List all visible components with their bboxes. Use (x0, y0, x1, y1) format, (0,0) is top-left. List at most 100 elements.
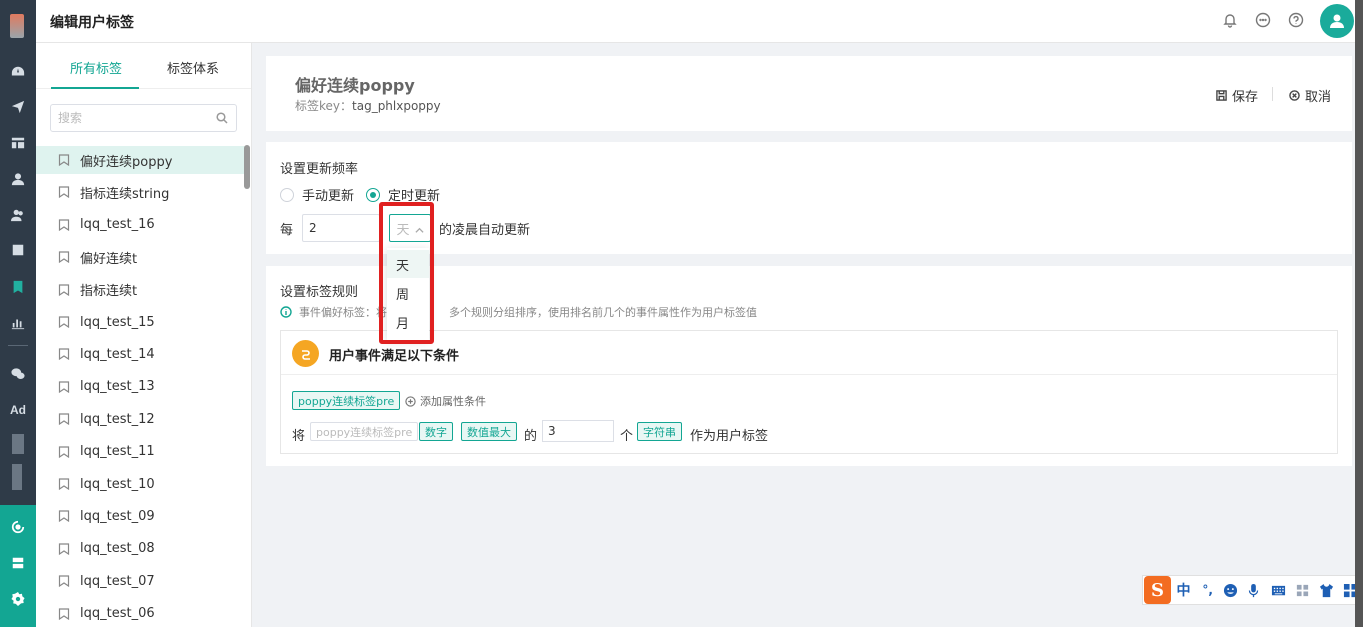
tag-icon (58, 445, 70, 458)
tag-list-item[interactable]: 指标连续string (36, 178, 246, 206)
interval-input[interactable] (302, 214, 380, 242)
redacted-nav-item (12, 464, 22, 490)
unit-option-month[interactable]: 月 (387, 308, 429, 336)
timed-update-radio[interactable]: 定时更新 (366, 185, 440, 204)
tag-list-item[interactable]: 偏好连续poppy (36, 146, 246, 174)
layout-icon[interactable] (0, 131, 36, 155)
list-scrollbar[interactable] (244, 145, 250, 189)
type-chip[interactable]: 数字 (419, 422, 453, 441)
tag-list-item-label: lqq_test_13 (80, 379, 155, 395)
tag-list-item[interactable]: lqq_test_11 (36, 438, 246, 466)
tag-list-item[interactable]: lqq_test_13 (36, 373, 246, 401)
save-label: 保存 (1232, 90, 1259, 105)
event-icon (292, 340, 319, 367)
tag-list-item-label: lqq_test_06 (80, 606, 155, 622)
tab-all-tags[interactable]: 所有标签 (70, 58, 122, 77)
property-chip[interactable]: poppy连续标签pre (310, 422, 419, 441)
timed-update-label: 定时更新 (388, 189, 441, 204)
tag-list-item[interactable]: 偏好连续t (36, 243, 246, 271)
tag-list-item-label: 偏好连续poppy (80, 154, 173, 170)
tag-list-item[interactable]: lqq_test_16 (36, 211, 246, 239)
tag-icon (58, 251, 70, 264)
tag-icon (58, 348, 70, 361)
tag-icon (58, 543, 70, 555)
keyboard-icon[interactable] (1266, 576, 1291, 604)
chevron-up-icon (414, 224, 424, 233)
user-icon[interactable] (0, 167, 36, 191)
microphone-icon[interactable] (1242, 576, 1265, 604)
tag-list-item[interactable]: lqq_test_10 (36, 470, 246, 498)
users-icon[interactable] (0, 203, 36, 227)
tag-icon (58, 381, 70, 393)
emoji-icon[interactable] (1219, 576, 1242, 604)
add-condition-button[interactable]: 添加属性条件 (405, 393, 486, 409)
tag-list-item-label: lqq_test_07 (80, 573, 155, 589)
tag-list-item-label: lqq_test_14 (80, 346, 155, 362)
window-edge (1355, 0, 1363, 627)
unit-select[interactable]: 天 (389, 214, 431, 242)
ad-nav-item[interactable]: Ad (0, 398, 36, 422)
tab-tag-system[interactable]: 标签体系 (167, 58, 219, 77)
ime-language-toggle[interactable]: 中 (1171, 576, 1196, 604)
tag-name: 偏好连续poppy (295, 76, 415, 95)
bookmark-icon[interactable] (0, 275, 36, 299)
ime-punctuation-toggle[interactable]: °, (1196, 576, 1219, 604)
event-chip[interactable]: poppy连续标签pre (292, 391, 401, 410)
search-input[interactable] (58, 105, 208, 131)
send-icon[interactable] (0, 95, 36, 119)
unit-option-week[interactable]: 周 (387, 279, 429, 307)
tag-list-item[interactable]: lqq_test_14 (36, 340, 246, 368)
aggregation-chip[interactable]: 数值最大 (461, 422, 517, 441)
tag-icon (58, 413, 70, 426)
tag-list-item[interactable]: lqq_test_07 (36, 567, 246, 595)
of-label: 的 (524, 429, 538, 444)
tag-list-item-label: 指标连续string (80, 186, 170, 202)
skin-icon[interactable] (1314, 576, 1339, 604)
count-input[interactable] (542, 420, 614, 442)
tag-list-item-label: lqq_test_08 (80, 541, 155, 557)
redacted-nav-item (12, 434, 24, 454)
manual-update-label: 手动更新 (302, 189, 355, 204)
sync-icon[interactable] (0, 515, 36, 539)
tag-list-item[interactable]: lqq_test_12 (36, 405, 246, 433)
tag-list-item[interactable]: lqq_test_08 (36, 535, 246, 563)
close-circle-icon (1289, 90, 1300, 101)
tag-list-item-label: lqq_test_11 (80, 444, 155, 460)
message-icon[interactable] (1255, 12, 1273, 30)
square-icon[interactable] (0, 238, 36, 262)
tag-list-item-label: lqq_test_16 (80, 217, 155, 233)
cancel-button[interactable]: 取消 (1289, 86, 1331, 105)
search-icon[interactable] (216, 112, 228, 124)
rule-prefix: 将 (292, 429, 306, 444)
tag-list-item[interactable]: 指标连续t (36, 276, 246, 304)
wechat-icon[interactable] (0, 362, 36, 386)
save-icon (1216, 90, 1227, 101)
tag-icon (58, 607, 70, 620)
active-tab-indicator (51, 87, 139, 89)
server-icon[interactable] (0, 551, 36, 575)
unit-option-day[interactable]: 天 (387, 250, 429, 278)
tag-icon (58, 510, 70, 523)
save-button[interactable]: 保存 (1216, 86, 1258, 105)
tag-icon (58, 316, 70, 329)
tag-list-item[interactable]: lqq_test_09 (36, 502, 246, 530)
dashboard-icon[interactable] (0, 60, 36, 84)
bar-chart-icon[interactable] (0, 311, 36, 335)
ime-logo[interactable]: S (1144, 576, 1172, 604)
bell-icon[interactable] (1222, 12, 1240, 30)
rail-bottom-block (0, 505, 36, 627)
value-type-chip[interactable]: 字符串 (637, 422, 682, 441)
tools-icon[interactable] (1291, 576, 1314, 604)
avatar[interactable] (1320, 4, 1354, 38)
help-icon[interactable] (1288, 12, 1306, 30)
action-divider (1272, 87, 1273, 101)
settings-icon[interactable] (0, 587, 36, 611)
info-icon (280, 306, 292, 318)
manual-update-radio[interactable]: 手动更新 (280, 185, 354, 204)
tag-list-item[interactable]: lqq_test_15 (36, 308, 246, 336)
rules-info: 事件偏好标签：将 多个规则分组排序，使用排名前几个的事件属性作为用户标签值 (280, 304, 757, 320)
tag-list-item-label: 偏好连续t (80, 251, 138, 267)
app-logo (10, 14, 24, 38)
tag-list-item[interactable]: lqq_test_06 (36, 600, 246, 627)
nav-rail: Ad (0, 0, 36, 627)
